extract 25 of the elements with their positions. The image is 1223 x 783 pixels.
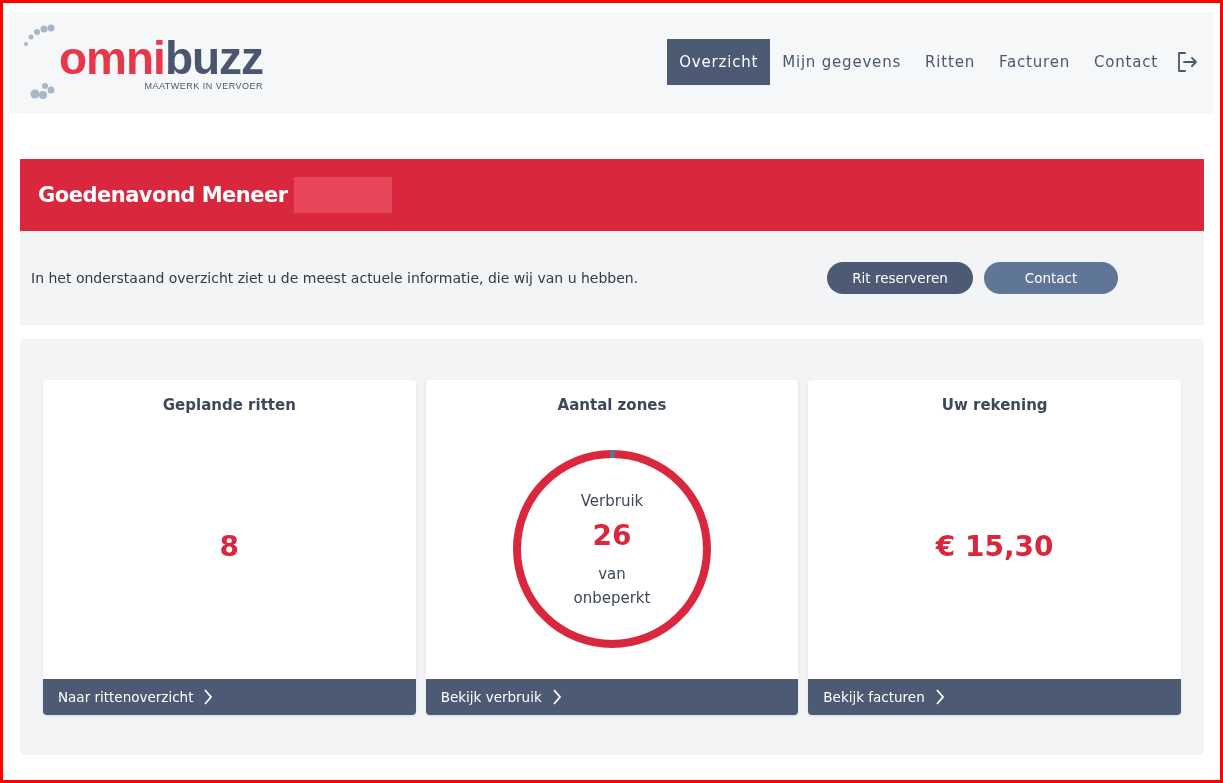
action-button[interactable]: Contact [984, 262, 1118, 294]
card-value: € 15,30 [935, 530, 1054, 563]
chevron-icon [934, 688, 945, 706]
card-value: 26 [592, 518, 632, 552]
chevron-icon [203, 688, 214, 706]
nav-tab[interactable]: Facturen [986, 39, 1083, 85]
logout-icon[interactable] [1176, 51, 1198, 73]
card-link-button[interactable]: Bekijk verbruik [425, 679, 799, 715]
ring-caption: Verbruik [580, 490, 644, 512]
nav-tab[interactable]: Mijn gegevens [770, 39, 914, 85]
logo-dots-icon [21, 24, 57, 102]
card-title: Aantal zones [556, 396, 668, 414]
nav-tab[interactable]: Ritten [913, 39, 987, 85]
card-link-button[interactable]: Bekijk facturen [808, 679, 1181, 715]
chevron-icon [551, 688, 562, 706]
nav-tab[interactable]: Overzicht [667, 39, 771, 85]
card-value: 8 [219, 530, 240, 563]
card-title: Uw rekening [940, 396, 1049, 414]
card-link-button[interactable]: Naar rittenoverzicht [43, 679, 416, 715]
nav-tab[interactable]: Contact [1082, 39, 1170, 85]
info-text: In het onderstaand overzicht ziet u de meest actuele informatie, die wij van u hebben. [31, 270, 639, 286]
ring-caption: van onbeperkt [572, 563, 652, 609]
greeting-text: Goedenavond Meneer [38, 183, 288, 207]
card-title: Geplande ritten [161, 396, 297, 414]
action-button[interactable]: Rit reserveren [827, 262, 973, 294]
